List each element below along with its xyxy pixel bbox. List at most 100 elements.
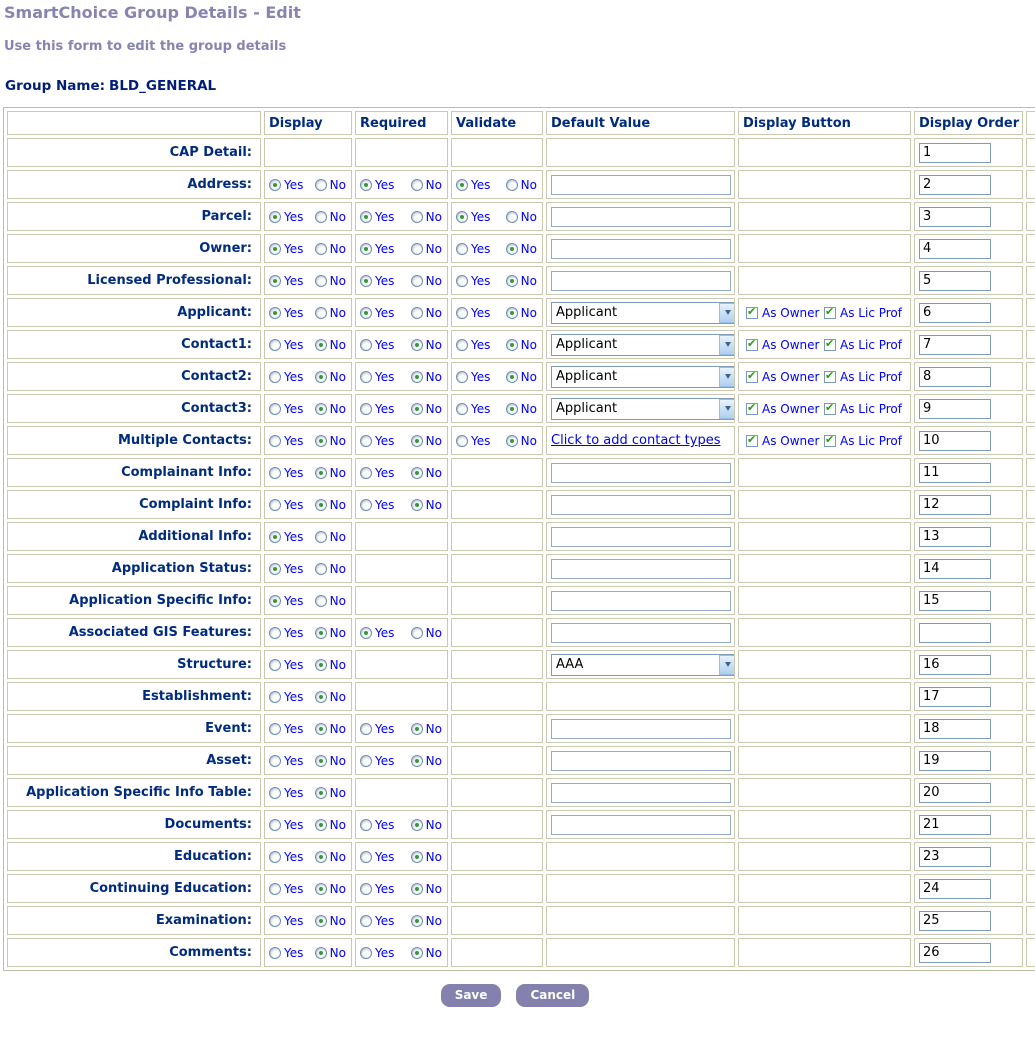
radio-no[interactable]: No bbox=[315, 818, 346, 832]
display-order-input[interactable] bbox=[919, 815, 991, 835]
radio-yes[interactable]: Yes bbox=[269, 466, 303, 480]
radio-no[interactable]: No bbox=[506, 370, 537, 384]
display-order-input[interactable] bbox=[919, 143, 991, 163]
radio-yes[interactable]: Yes bbox=[456, 338, 490, 352]
radio-yes[interactable]: Yes bbox=[456, 178, 490, 192]
radio-no[interactable]: No bbox=[315, 594, 346, 608]
default-value-input[interactable] bbox=[551, 751, 731, 771]
radio-no[interactable]: No bbox=[411, 210, 442, 224]
radio-yes[interactable]: Yes bbox=[269, 338, 303, 352]
radio-yes[interactable]: Yes bbox=[360, 434, 394, 448]
radio-yes[interactable]: Yes bbox=[269, 402, 303, 416]
radio-no[interactable]: No bbox=[315, 754, 346, 768]
radio-yes[interactable]: Yes bbox=[269, 530, 303, 544]
radio-yes[interactable]: Yes bbox=[269, 818, 303, 832]
radio-yes[interactable]: Yes bbox=[269, 626, 303, 640]
default-value-select[interactable]: Applicant bbox=[551, 398, 735, 420]
default-value-input[interactable] bbox=[551, 559, 731, 579]
radio-no[interactable]: No bbox=[315, 722, 346, 736]
display-order-input[interactable] bbox=[919, 623, 991, 643]
display-order-input[interactable] bbox=[919, 463, 991, 483]
radio-no[interactable]: No bbox=[315, 242, 346, 256]
radio-yes[interactable]: Yes bbox=[269, 594, 303, 608]
radio-yes[interactable]: Yes bbox=[269, 882, 303, 896]
radio-yes[interactable]: Yes bbox=[360, 370, 394, 384]
radio-no[interactable]: No bbox=[506, 338, 537, 352]
display-order-input[interactable] bbox=[919, 335, 991, 355]
default-value-input[interactable] bbox=[551, 527, 731, 547]
as-owner-checkbox[interactable]: As Owner bbox=[746, 338, 819, 352]
default-value-select[interactable]: Applicant bbox=[551, 366, 735, 388]
display-order-input[interactable] bbox=[919, 527, 991, 547]
cancel-button[interactable]: Cancel bbox=[516, 984, 589, 1007]
radio-yes[interactable]: Yes bbox=[360, 722, 394, 736]
display-order-input[interactable] bbox=[919, 719, 991, 739]
radio-no[interactable]: No bbox=[315, 690, 346, 704]
radio-no[interactable]: No bbox=[411, 498, 442, 512]
radio-yes[interactable]: Yes bbox=[456, 402, 490, 416]
display-order-input[interactable] bbox=[919, 911, 991, 931]
default-value-select[interactable]: Applicant bbox=[551, 302, 735, 324]
default-value-input[interactable] bbox=[551, 719, 731, 739]
radio-no[interactable]: No bbox=[506, 306, 537, 320]
default-value-input[interactable] bbox=[551, 623, 731, 643]
as-owner-checkbox[interactable]: As Owner bbox=[746, 306, 819, 320]
radio-no[interactable]: No bbox=[411, 178, 442, 192]
display-order-input[interactable] bbox=[919, 431, 991, 451]
radio-yes[interactable]: Yes bbox=[269, 498, 303, 512]
display-order-input[interactable] bbox=[919, 751, 991, 771]
radio-no[interactable]: No bbox=[411, 466, 442, 480]
radio-yes[interactable]: Yes bbox=[269, 754, 303, 768]
radio-no[interactable]: No bbox=[315, 658, 346, 672]
radio-yes[interactable]: Yes bbox=[456, 434, 490, 448]
display-order-input[interactable] bbox=[919, 175, 991, 195]
radio-yes[interactable]: Yes bbox=[269, 946, 303, 960]
radio-yes[interactable]: Yes bbox=[456, 242, 490, 256]
radio-no[interactable]: No bbox=[315, 562, 346, 576]
radio-no[interactable]: No bbox=[315, 914, 346, 928]
radio-yes[interactable]: Yes bbox=[269, 786, 303, 800]
radio-no[interactable]: No bbox=[411, 914, 442, 928]
radio-no[interactable]: No bbox=[411, 946, 442, 960]
radio-yes[interactable]: Yes bbox=[269, 434, 303, 448]
radio-no[interactable]: No bbox=[506, 178, 537, 192]
display-order-input[interactable] bbox=[919, 367, 991, 387]
radio-yes[interactable]: Yes bbox=[360, 498, 394, 512]
radio-no[interactable]: No bbox=[411, 242, 442, 256]
default-value-input[interactable] bbox=[551, 783, 731, 803]
radio-no[interactable]: No bbox=[506, 434, 537, 448]
as-lic-prof-checkbox[interactable]: As Lic Prof bbox=[824, 370, 902, 384]
display-order-input[interactable] bbox=[919, 847, 991, 867]
display-order-input[interactable] bbox=[919, 879, 991, 899]
radio-yes[interactable]: Yes bbox=[360, 626, 394, 640]
radio-no[interactable]: No bbox=[411, 722, 442, 736]
radio-yes[interactable]: Yes bbox=[360, 178, 394, 192]
radio-yes[interactable]: Yes bbox=[269, 370, 303, 384]
as-lic-prof-checkbox[interactable]: As Lic Prof bbox=[824, 434, 902, 448]
radio-yes[interactable]: Yes bbox=[360, 306, 394, 320]
default-value-input[interactable] bbox=[551, 271, 731, 291]
radio-yes[interactable]: Yes bbox=[269, 210, 303, 224]
radio-no[interactable]: No bbox=[411, 850, 442, 864]
radio-yes[interactable]: Yes bbox=[269, 722, 303, 736]
radio-no[interactable]: No bbox=[315, 498, 346, 512]
radio-yes[interactable]: Yes bbox=[456, 210, 490, 224]
as-lic-prof-checkbox[interactable]: As Lic Prof bbox=[824, 402, 902, 416]
radio-yes[interactable]: Yes bbox=[360, 818, 394, 832]
radio-no[interactable]: No bbox=[506, 274, 537, 288]
radio-no[interactable]: No bbox=[315, 786, 346, 800]
radio-yes[interactable]: Yes bbox=[269, 690, 303, 704]
radio-yes[interactable]: Yes bbox=[456, 306, 490, 320]
radio-yes[interactable]: Yes bbox=[269, 242, 303, 256]
display-order-input[interactable] bbox=[919, 239, 991, 259]
radio-no[interactable]: No bbox=[411, 370, 442, 384]
display-order-input[interactable] bbox=[919, 783, 991, 803]
radio-yes[interactable]: Yes bbox=[360, 754, 394, 768]
display-order-input[interactable] bbox=[919, 591, 991, 611]
radio-no[interactable]: No bbox=[411, 882, 442, 896]
radio-yes[interactable]: Yes bbox=[360, 914, 394, 928]
radio-no[interactable]: No bbox=[315, 850, 346, 864]
default-value-input[interactable] bbox=[551, 591, 731, 611]
radio-no[interactable]: No bbox=[315, 402, 346, 416]
radio-no[interactable]: No bbox=[411, 754, 442, 768]
